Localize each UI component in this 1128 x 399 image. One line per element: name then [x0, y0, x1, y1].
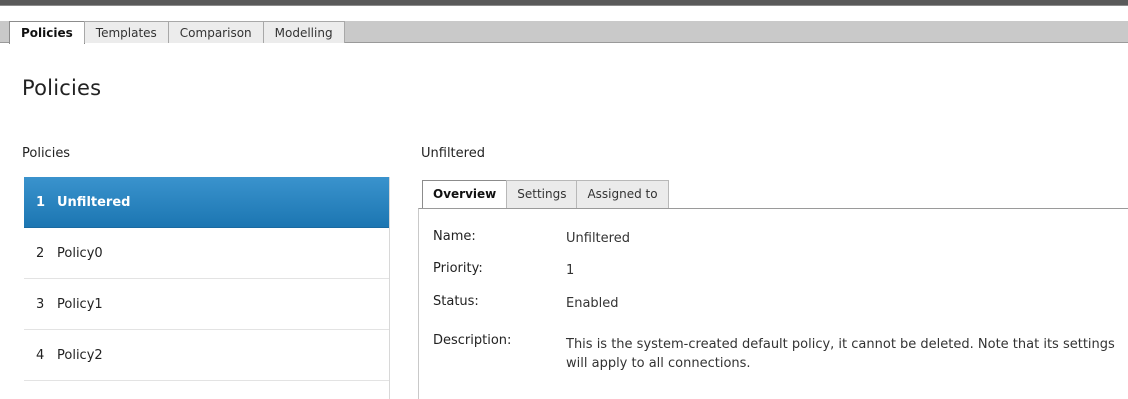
policy-list-item-unfiltered[interactable]: 1 Unfiltered — [24, 177, 390, 228]
priority-label: Priority: — [433, 261, 483, 276]
policy-list-item-policy1[interactable]: 3 Policy1 — [24, 279, 390, 330]
main-tabs: Policies Templates Comparison Modelling — [9, 21, 345, 44]
policy-list-divider — [389, 177, 390, 399]
policy-name: Unfiltered — [57, 195, 131, 210]
tab-overview[interactable]: Overview — [422, 180, 508, 208]
description-label: Description: — [433, 333, 512, 348]
status-value: Enabled — [566, 296, 619, 311]
status-label: Status: — [433, 294, 479, 309]
name-value: Unfiltered — [566, 231, 630, 246]
policy-name: Policy0 — [57, 246, 103, 261]
page-title: Policies — [22, 76, 102, 100]
policy-list-header: Policies — [22, 146, 71, 161]
policy-list-item-policy2[interactable]: 4 Policy2 — [24, 330, 390, 381]
tab-modelling[interactable]: Modelling — [262, 21, 345, 43]
detail-tabs: Overview Settings Assigned to — [422, 180, 669, 208]
policy-name: Policy1 — [57, 297, 103, 312]
name-label: Name: — [433, 229, 476, 244]
policy-priority-number: 4 — [36, 348, 45, 363]
policy-priority-number: 1 — [36, 195, 46, 210]
detail-title: Unfiltered — [421, 146, 485, 161]
priority-value: 1 — [566, 263, 575, 278]
policy-name: Policy2 — [57, 348, 103, 363]
policy-list-item-policy0[interactable]: 2 Policy0 — [24, 228, 390, 279]
tab-policies[interactable]: Policies — [9, 21, 85, 44]
tab-settings[interactable]: Settings — [506, 180, 578, 208]
policy-list: 1 Unfiltered 2 Policy0 3 Policy1 4 Policy2 — [24, 177, 390, 381]
policy-priority-number: 3 — [36, 297, 45, 312]
tab-assigned-to[interactable]: Assigned to — [576, 180, 669, 208]
title-bar — [0, 0, 1128, 6]
tab-comparison[interactable]: Comparison — [167, 21, 264, 43]
description-value: This is the system-created default polic… — [566, 337, 1115, 371]
policy-priority-number: 2 — [36, 246, 45, 261]
tab-templates[interactable]: Templates — [83, 21, 169, 43]
